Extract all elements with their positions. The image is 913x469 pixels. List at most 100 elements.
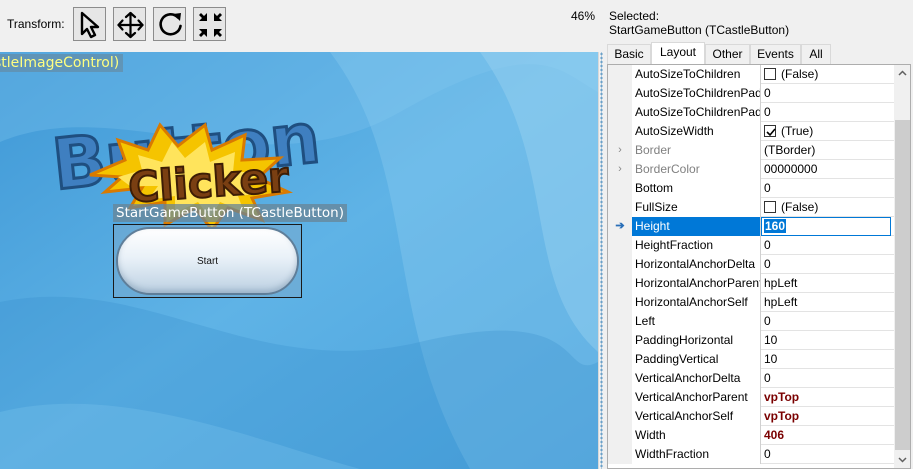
selection-frame[interactable]: Start: [113, 224, 302, 298]
row-gutter: [608, 179, 632, 198]
property-value-text: vpTop: [764, 390, 800, 404]
property-name[interactable]: AutoSizeToChildrenPadd: [632, 84, 761, 103]
checkbox-checked[interactable]: [764, 125, 776, 137]
property-row[interactable]: › Border (TBorder): [608, 141, 894, 160]
property-name[interactable]: AutoSizeWidth: [632, 122, 761, 141]
property-value[interactable]: 0: [761, 312, 894, 331]
property-edit-field[interactable]: 160: [761, 217, 891, 236]
expand-chevron-icon[interactable]: ›: [608, 141, 632, 160]
property-value-text: 0: [764, 447, 771, 461]
property-name[interactable]: AutoSizeToChildren: [632, 65, 761, 84]
property-value[interactable]: 0: [761, 369, 894, 388]
property-name[interactable]: VerticalAnchorDelta: [632, 369, 761, 388]
property-value[interactable]: 10: [761, 331, 894, 350]
property-name[interactable]: PaddingHorizontal: [632, 331, 761, 350]
property-row[interactable]: › BorderColor 00000000: [608, 160, 894, 179]
property-name[interactable]: HorizontalAnchorDelta: [632, 255, 761, 274]
property-name[interactable]: Left: [632, 312, 761, 331]
property-row[interactable]: VerticalAnchorSelf vpTop: [608, 407, 894, 426]
property-row[interactable]: VerticalAnchorParent vpTop: [608, 388, 894, 407]
property-value[interactable]: 160: [761, 217, 894, 236]
checkbox-unchecked[interactable]: [764, 201, 776, 213]
property-name[interactable]: WidthFraction: [632, 445, 761, 464]
property-name[interactable]: Width: [632, 426, 761, 445]
row-gutter: [608, 65, 632, 84]
scroll-thumb[interactable]: [895, 120, 910, 450]
property-row[interactable]: ➔ Height 160: [608, 217, 894, 236]
property-value[interactable]: 0: [761, 179, 894, 198]
property-value[interactable]: hpLeft: [761, 293, 894, 312]
property-row[interactable]: Bottom 0: [608, 179, 894, 198]
property-value[interactable]: hpLeft: [761, 274, 894, 293]
property-row[interactable]: HeightFraction 0: [608, 236, 894, 255]
property-value[interactable]: (False): [761, 65, 894, 84]
property-value[interactable]: 0: [761, 236, 894, 255]
scroll-up-icon[interactable]: [894, 65, 911, 82]
property-name[interactable]: Height: [632, 217, 761, 236]
property-row[interactable]: AutoSizeToChildren (False): [608, 65, 894, 84]
property-name[interactable]: AutoSizeToChildrenPadd: [632, 103, 761, 122]
row-gutter: [608, 274, 632, 293]
row-gutter: [608, 369, 632, 388]
move-tool-button[interactable]: [113, 7, 146, 41]
property-row[interactable]: PaddingHorizontal 10: [608, 331, 894, 350]
property-row[interactable]: AutoSizeWidth (True): [608, 122, 894, 141]
property-name[interactable]: HorizontalAnchorSelf: [632, 293, 761, 312]
property-name[interactable]: Bottom: [632, 179, 761, 198]
property-value[interactable]: 10: [761, 350, 894, 369]
property-value-text: 0: [764, 371, 771, 385]
tab-events[interactable]: Events: [750, 44, 801, 65]
checkbox-unchecked[interactable]: [764, 68, 776, 80]
tab-all[interactable]: All: [801, 44, 831, 65]
property-value[interactable]: 406: [761, 426, 894, 445]
select-tool-button[interactable]: [73, 7, 106, 41]
current-row-arrow-icon: ➔: [608, 217, 632, 236]
property-value[interactable]: (True): [761, 122, 894, 141]
property-row[interactable]: Width 406: [608, 426, 894, 445]
tab-basic[interactable]: Basic: [607, 44, 651, 65]
rotate-tool-button[interactable]: [153, 7, 186, 41]
property-value-text: 0: [764, 86, 771, 100]
property-scrollbar[interactable]: [894, 65, 911, 468]
property-name[interactable]: Border: [632, 141, 761, 160]
row-gutter: [608, 255, 632, 274]
property-value[interactable]: 0: [761, 103, 894, 122]
property-value-text: 0: [764, 181, 771, 195]
property-row[interactable]: AutoSizeToChildrenPadd 0: [608, 103, 894, 122]
property-row[interactable]: HorizontalAnchorSelf hpLeft: [608, 293, 894, 312]
property-value[interactable]: vpTop: [761, 388, 894, 407]
property-name[interactable]: PaddingVertical: [632, 350, 761, 369]
property-value[interactable]: (TBorder): [761, 141, 894, 160]
property-value[interactable]: (False): [761, 198, 894, 217]
property-value-text: 0: [764, 257, 771, 271]
property-name[interactable]: VerticalAnchorParent: [632, 388, 761, 407]
property-value[interactable]: 0: [761, 445, 894, 464]
property-row[interactable]: Left 0: [608, 312, 894, 331]
property-row[interactable]: FullSize (False): [608, 198, 894, 217]
property-row[interactable]: AutoSizeToChildrenPadd 0: [608, 84, 894, 103]
start-game-button[interactable]: Start: [116, 227, 299, 295]
property-value[interactable]: vpTop: [761, 407, 894, 426]
selected-object-name: StartGameButton (TCastleButton): [609, 23, 790, 37]
row-gutter: [608, 426, 632, 445]
property-value[interactable]: 00000000: [761, 160, 894, 179]
property-name[interactable]: HorizontalAnchorParent: [632, 274, 761, 293]
object-inspector: Selected: StartGameButton (TCastleButton…: [604, 0, 913, 469]
tab-other[interactable]: Other: [705, 44, 750, 65]
expand-chevron-icon[interactable]: ›: [608, 160, 632, 179]
property-row[interactable]: WidthFraction 0: [608, 445, 894, 464]
property-row[interactable]: HorizontalAnchorDelta 0: [608, 255, 894, 274]
design-canvas[interactable]: stleImageControl) Button Clicker StartGa…: [0, 52, 598, 469]
property-name[interactable]: HeightFraction: [632, 236, 761, 255]
scroll-down-icon[interactable]: [894, 451, 911, 468]
property-row[interactable]: PaddingVertical 10: [608, 350, 894, 369]
tab-layout[interactable]: Layout: [651, 42, 705, 66]
property-name[interactable]: VerticalAnchorSelf: [632, 407, 761, 426]
property-row[interactable]: VerticalAnchorDelta 0: [608, 369, 894, 388]
property-value[interactable]: 0: [761, 255, 894, 274]
property-name[interactable]: FullSize: [632, 198, 761, 217]
property-value[interactable]: 0: [761, 84, 894, 103]
property-row[interactable]: HorizontalAnchorParent hpLeft: [608, 274, 894, 293]
resize-tool-button[interactable]: [193, 7, 226, 41]
property-name[interactable]: BorderColor: [632, 160, 761, 179]
